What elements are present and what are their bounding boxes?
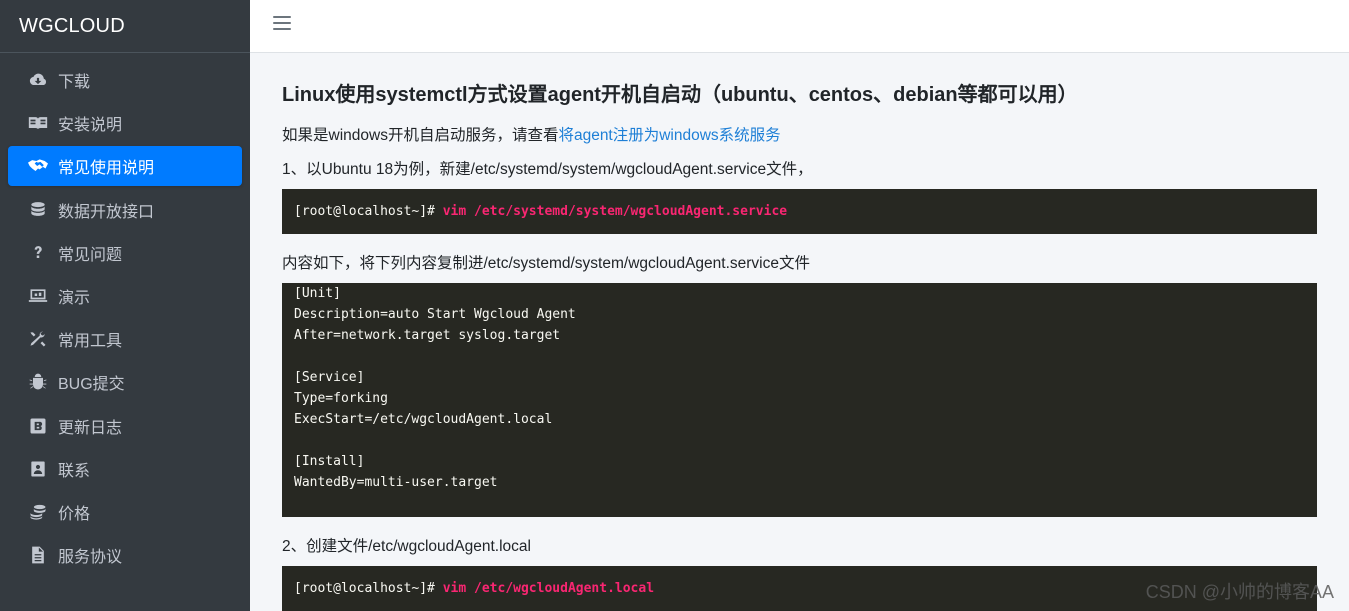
sidebar-item-label: 服务协议 xyxy=(58,549,123,567)
tools-icon xyxy=(26,329,50,349)
brand[interactable]: WGCLOUD xyxy=(0,0,250,53)
sidebar: WGCLOUD 下载 安装说明 常见使用说明 数据开放接口 常见问题 演示 常用… xyxy=(0,0,250,611)
top-navbar xyxy=(250,0,1349,53)
sidebar-item-bug-report[interactable]: BUG提交 xyxy=(8,362,242,402)
sidebar-item-usage-guide[interactable]: 常见使用说明 xyxy=(8,146,242,187)
contact-icon xyxy=(26,459,50,479)
command-text: vim /etc/systemd/system/wgcloudAgent.ser… xyxy=(442,204,788,219)
watermark: CSDN @小帅的博客AA xyxy=(1145,582,1334,602)
sidebar-item-demo[interactable]: 演示 xyxy=(8,276,242,316)
sidebar-item-label: 安装说明 xyxy=(58,117,123,135)
cloud-download-icon xyxy=(26,70,50,90)
file-icon xyxy=(26,545,50,565)
sidebar-item-faq[interactable]: 常见问题 xyxy=(8,233,242,273)
bug-icon xyxy=(26,372,50,392)
sidebar-item-label: 联系 xyxy=(58,462,91,480)
step1-text: 1、以Ubuntu 18为例，新建/etc/systemd/system/wgc… xyxy=(282,161,813,178)
laptop-icon xyxy=(26,286,50,306)
brand-title: WGCLOUD xyxy=(19,14,125,37)
sidebar-item-pricing[interactable]: 价格 xyxy=(8,492,242,532)
handshake-icon xyxy=(26,156,50,176)
database-icon xyxy=(26,200,50,220)
sidebar-item-contact[interactable]: 联系 xyxy=(8,449,242,489)
sidebar-item-download[interactable]: 下载 xyxy=(8,60,242,100)
sidebar-item-label: 下载 xyxy=(58,74,91,91)
sidebar-nav: 下载 安装说明 常见使用说明 数据开放接口 常见问题 演示 常用工具 BUG提交… xyxy=(0,53,250,575)
shell-prompt: [root@localhost~]# xyxy=(294,204,443,219)
sidebar-item-label: 价格 xyxy=(58,505,91,523)
shell-prompt: [root@localhost~]# xyxy=(294,581,443,596)
step2-text: 2、创建文件/etc/wgcloudAgent.local xyxy=(282,538,531,555)
command-text: vim /etc/wgcloudAgent.local xyxy=(442,581,655,596)
sidebar-item-label: 常见使用说明 xyxy=(58,160,155,178)
hamburger-menu-icon[interactable] xyxy=(273,16,291,34)
service-file-code-block[interactable]: [Unit] Description=auto Start Wgcloud Ag… xyxy=(282,283,1317,517)
windows-service-link[interactable]: 将agent注册为windows系统服务 xyxy=(558,127,780,144)
service-content-text: 内容如下，将下列内容复制进/etc/systemd/system/wgcloud… xyxy=(282,255,810,272)
sidebar-item-label: 更新日志 xyxy=(58,419,123,437)
sidebar-item-label: 演示 xyxy=(58,289,91,307)
sidebar-item-install-guide[interactable]: 安装说明 xyxy=(8,103,242,143)
sidebar-item-open-api[interactable]: 数据开放接口 xyxy=(8,190,242,230)
sidebar-item-changelog[interactable]: 更新日志 xyxy=(8,406,242,446)
intro-paragraph: 如果是windows开机自启动服务，请查看将agent注册为windows系统服… xyxy=(282,125,1317,147)
sidebar-item-label: BUG提交 xyxy=(58,376,125,394)
sidebar-item-label: 常用工具 xyxy=(58,333,123,351)
page-title: Linux使用systemctl方式设置agent开机自启动（ubuntu、ce… xyxy=(282,84,1078,106)
intro-text: 如果是windows开机自启动服务，请查看 xyxy=(282,127,559,144)
main-content: Linux使用systemctl方式设置agent开机自启动（ubuntu、ce… xyxy=(282,53,1317,611)
sidebar-item-label: 常见问题 xyxy=(58,246,123,264)
sidebar-item-tools[interactable]: 常用工具 xyxy=(8,319,242,359)
coins-icon xyxy=(26,502,50,522)
blog-icon xyxy=(26,416,50,436)
command-block-1[interactable]: [root@localhost~]# vim /etc/systemd/syst… xyxy=(282,189,1317,234)
sidebar-item-label: 数据开放接口 xyxy=(58,203,155,221)
book-icon xyxy=(26,113,50,133)
question-icon xyxy=(26,243,50,263)
sidebar-item-terms[interactable]: 服务协议 xyxy=(8,535,242,575)
